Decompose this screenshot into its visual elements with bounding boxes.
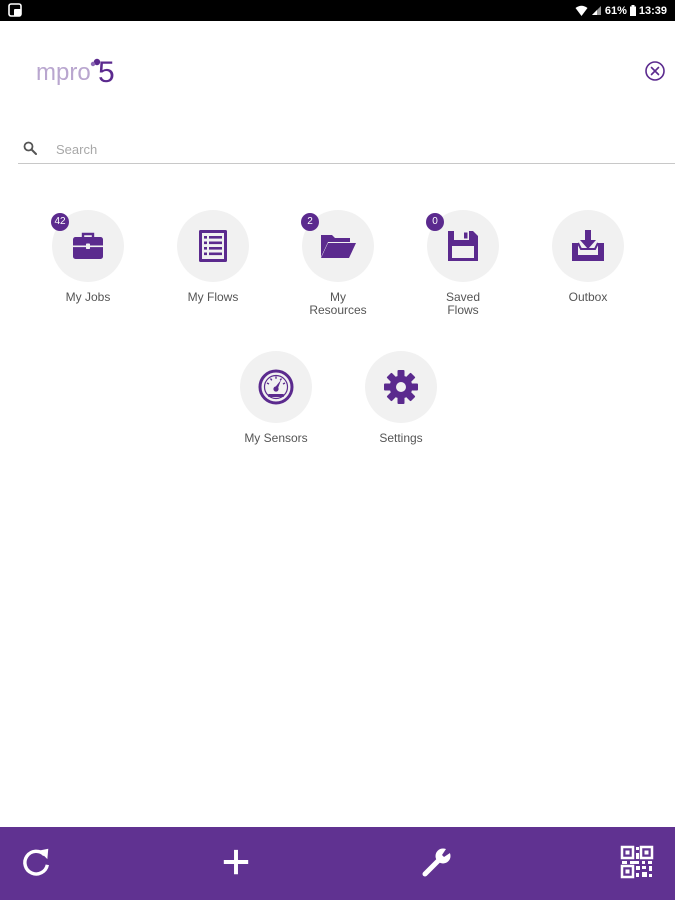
list-document-icon (199, 230, 227, 262)
gauge-icon (258, 369, 294, 405)
briefcase-icon (73, 232, 103, 259)
app-logo: mpro 5 (36, 54, 126, 94)
tile-label: My Resources (309, 290, 367, 317)
battery-icon (629, 5, 636, 16)
tile-circle (240, 351, 312, 423)
tile-my-resources[interactable]: 2 My Resources (288, 210, 388, 317)
search-input[interactable] (54, 137, 658, 161)
saved-flows-count-badge: 0 (426, 213, 444, 231)
tile-circle: 0 (426, 210, 499, 282)
signal-icon (591, 6, 601, 15)
plus-icon (223, 849, 249, 875)
tile-label: Outbox (568, 290, 608, 304)
refresh-icon (23, 848, 50, 876)
wrench-icon (422, 847, 452, 877)
battery-percentage: 61% (604, 4, 627, 17)
tile-circle: 42 (51, 210, 124, 282)
search-bar (18, 133, 675, 164)
wifi-icon (575, 5, 588, 16)
tile-label: Settings (379, 431, 423, 445)
tile-label: My Jobs (65, 290, 111, 304)
tile-circle: 2 (301, 210, 374, 282)
tile-my-flows[interactable]: My Flows (163, 210, 263, 304)
tile-label: My Sensors (244, 431, 308, 445)
folder-open-icon (321, 235, 356, 258)
tile-my-jobs[interactable]: 42 My Jobs (38, 210, 138, 304)
floppy-disk-icon (448, 231, 478, 261)
tile-saved-flows[interactable]: 0 Saved Flows (413, 210, 513, 317)
inbox-download-icon (572, 230, 604, 261)
app-notification-icon (8, 3, 22, 17)
qr-code-icon (620, 845, 654, 879)
search-icon (23, 141, 37, 155)
status-right: 61% 13:39 (575, 0, 667, 21)
tile-circle (552, 210, 624, 282)
status-bar: 61% 13:39 (0, 0, 675, 21)
tile-circle (365, 351, 437, 423)
bottom-toolbar (0, 827, 675, 900)
tile-label: Saved Flows (445, 290, 481, 317)
gear-icon (384, 370, 418, 404)
tile-settings[interactable]: Settings (351, 351, 451, 445)
logo-text-main: mpro (36, 59, 91, 86)
qr-code-button[interactable] (618, 843, 656, 881)
tools-button[interactable] (418, 843, 456, 881)
close-circle-icon (645, 61, 665, 81)
add-button[interactable] (217, 843, 255, 881)
tile-label: My Flows (187, 290, 239, 304)
close-button[interactable] (644, 60, 666, 82)
resources-count-badge: 2 (301, 213, 319, 231)
tile-my-sensors[interactable]: My Sensors (226, 351, 326, 445)
jobs-count-badge: 42 (51, 213, 69, 231)
tile-circle (177, 210, 249, 282)
status-time: 13:39 (638, 4, 667, 17)
logo-text-accent: 5 (98, 56, 115, 89)
refresh-button[interactable] (17, 843, 55, 881)
tile-outbox[interactable]: Outbox (538, 210, 638, 304)
